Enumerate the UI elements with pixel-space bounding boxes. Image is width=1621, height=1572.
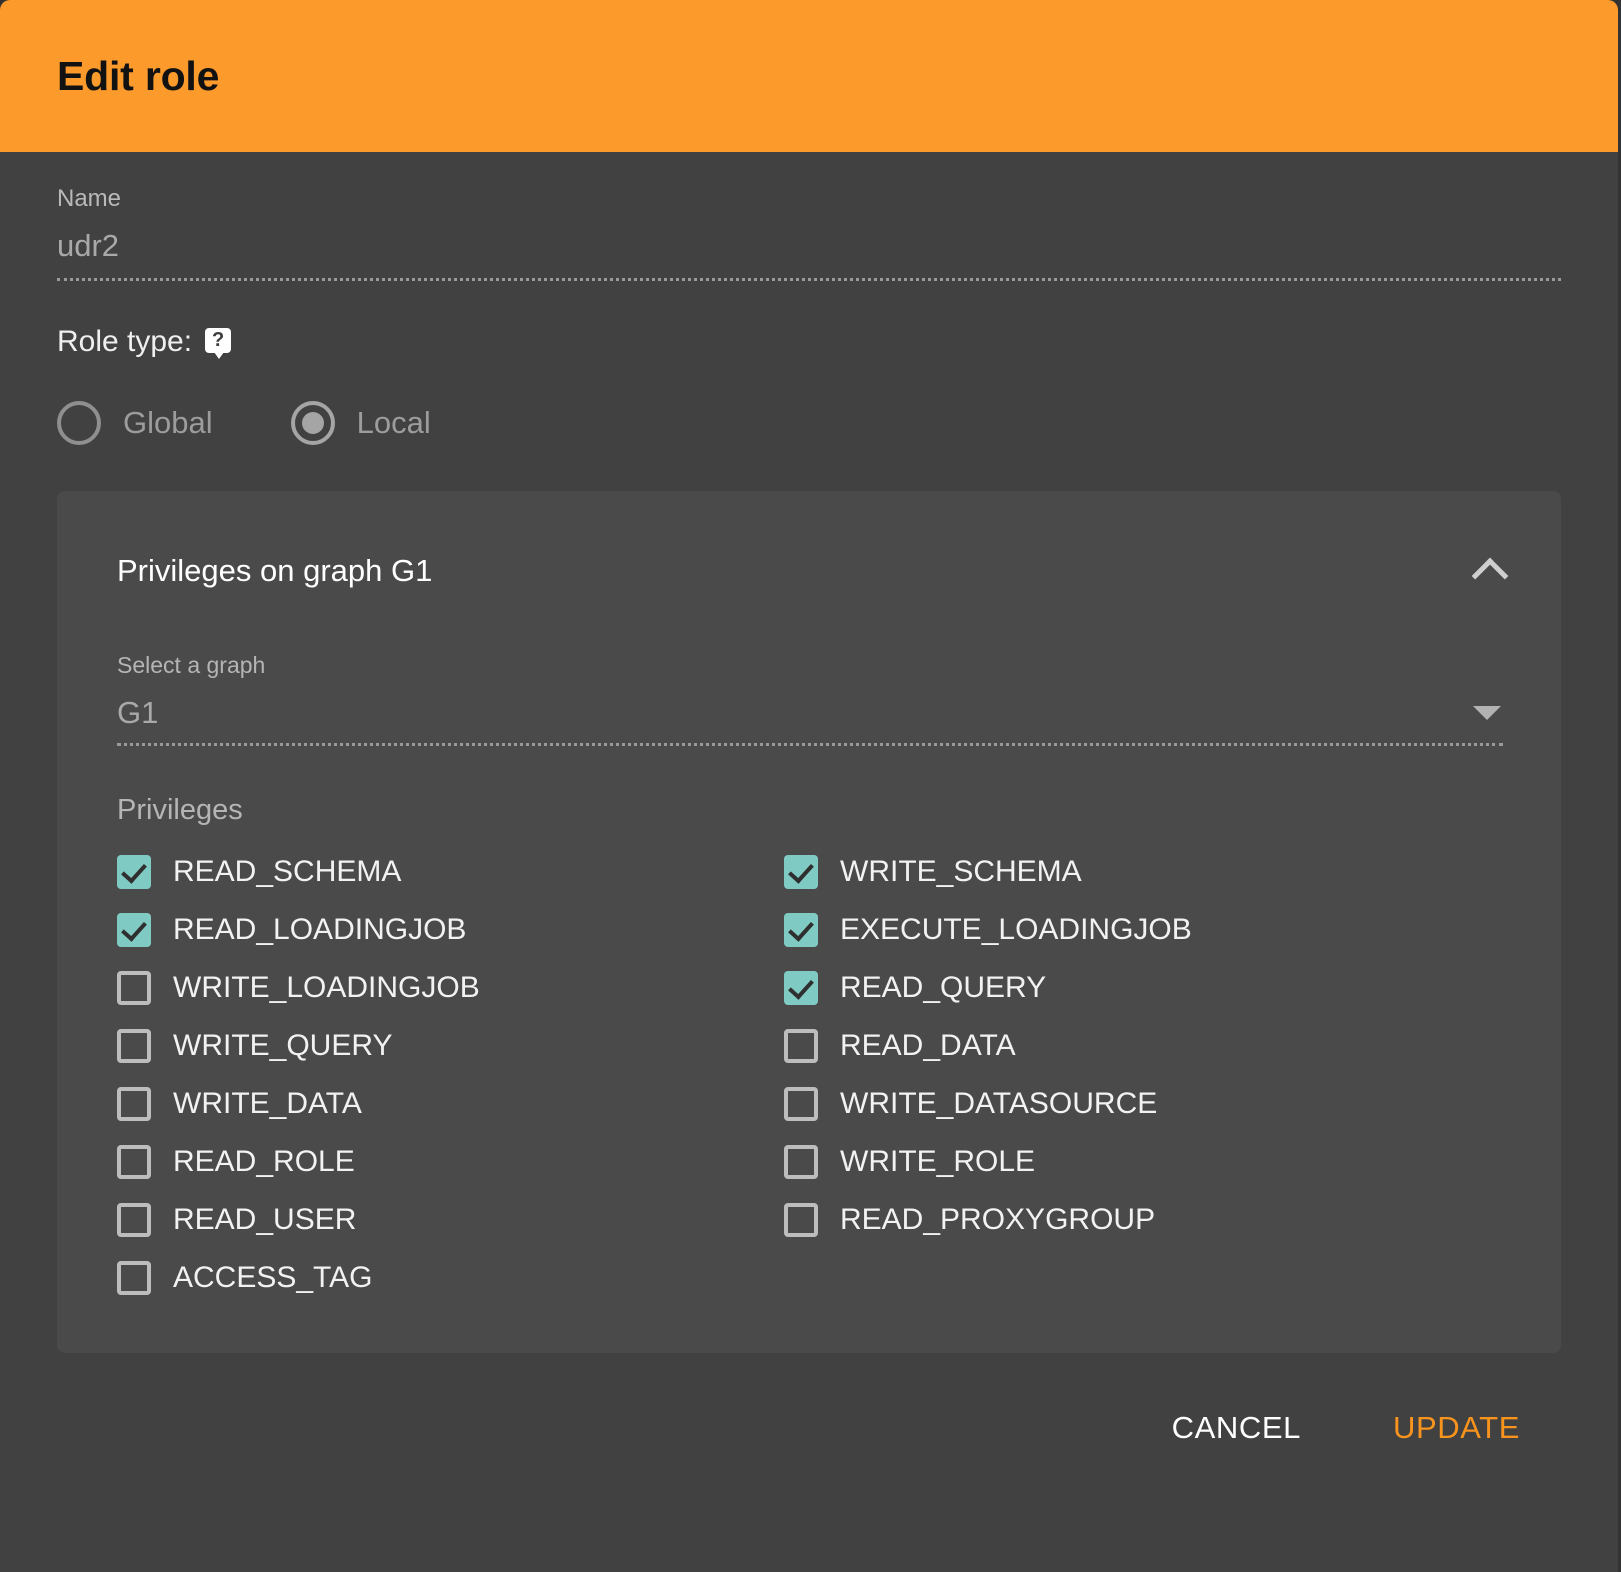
- privilege-label: WRITE_QUERY: [173, 1029, 393, 1062]
- radio-label-global: Global: [123, 405, 213, 440]
- privilege-item[interactable]: WRITE_LOADINGJOB: [117, 959, 784, 1017]
- privileges-card: Privileges on graph G1 Select a graph G1…: [57, 491, 1561, 1353]
- privilege-item[interactable]: ACCESS_TAG: [117, 1249, 784, 1307]
- radio-option-local[interactable]: Local: [290, 401, 431, 445]
- privilege-label: WRITE_DATASOURCE: [840, 1087, 1158, 1120]
- privileges-list-title: Privileges: [117, 794, 243, 826]
- privilege-item[interactable]: WRITE_ROLE: [784, 1133, 1503, 1191]
- checkbox-unchecked-icon[interactable]: [784, 1145, 818, 1179]
- checkbox-unchecked-icon[interactable]: [784, 1029, 818, 1063]
- checkbox-checked-icon[interactable]: [117, 913, 151, 947]
- privilege-label: WRITE_DATA: [173, 1087, 362, 1120]
- name-field-value[interactable]: udr2: [57, 214, 1561, 278]
- role-type-radio-group: Global Local: [57, 401, 1561, 445]
- privilege-cell-empty: [784, 1249, 1503, 1307]
- checkbox-checked-icon[interactable]: [784, 855, 818, 889]
- checkbox-checked-icon[interactable]: [784, 971, 818, 1005]
- dialog-footer: CANCEL UPDATE: [0, 1353, 1618, 1503]
- privilege-label: ACCESS_TAG: [173, 1261, 373, 1294]
- privilege-item[interactable]: READ_ROLE: [117, 1133, 784, 1191]
- graph-select-value: G1: [117, 695, 159, 730]
- privilege-item[interactable]: READ_DATA: [784, 1017, 1503, 1075]
- graph-select-control[interactable]: G1: [117, 679, 1503, 743]
- privilege-item[interactable]: READ_QUERY: [784, 959, 1503, 1017]
- privilege-item[interactable]: EXECUTE_LOADINGJOB: [784, 901, 1503, 959]
- checkbox-unchecked-icon[interactable]: [117, 1203, 151, 1237]
- radio-circle-global-icon: [57, 401, 101, 445]
- chevron-up-icon[interactable]: [1471, 557, 1509, 595]
- radio-circle-local-icon: [290, 401, 335, 445]
- checkbox-checked-icon[interactable]: [117, 855, 151, 889]
- privilege-item[interactable]: WRITE_SCHEMA: [784, 843, 1503, 901]
- privilege-label: READ_LOADINGJOB: [173, 913, 467, 946]
- privileges-panel-title: Privileges on graph G1: [117, 553, 433, 588]
- privilege-label: READ_USER: [173, 1203, 357, 1236]
- update-button[interactable]: UPDATE: [1383, 1402, 1530, 1454]
- privilege-item[interactable]: READ_PROXYGROUP: [784, 1191, 1503, 1249]
- graph-select-label: Select a graph: [117, 652, 266, 678]
- privilege-item[interactable]: WRITE_DATA: [117, 1075, 784, 1133]
- privileges-section: Privileges READ_SCHEMA WRITE_SCHEMA READ_L…: [57, 794, 1561, 1307]
- dialog-title: Edit role: [57, 52, 220, 99]
- radio-dot-local-icon: [301, 412, 324, 434]
- dialog-header: Edit role: [0, 0, 1618, 152]
- checkbox-unchecked-icon[interactable]: [117, 1145, 151, 1179]
- graph-select-underline: [117, 743, 1503, 746]
- privilege-label: READ_PROXYGROUP: [840, 1203, 1156, 1236]
- role-type-label: Role type:: [57, 325, 193, 358]
- privileges-panel-header[interactable]: Privileges on graph G1: [57, 491, 1561, 651]
- checkbox-checked-icon[interactable]: [784, 913, 818, 947]
- caret-down-icon[interactable]: [1473, 706, 1501, 720]
- privilege-item[interactable]: WRITE_DATASOURCE: [784, 1075, 1503, 1133]
- dialog-body: Name udr2 Role type: ? Global Local Priv…: [0, 184, 1618, 1353]
- privilege-label: EXECUTE_LOADINGJOB: [840, 913, 1192, 946]
- privilege-label: WRITE_LOADINGJOB: [173, 971, 480, 1004]
- checkbox-unchecked-icon[interactable]: [117, 1029, 151, 1063]
- privilege-item[interactable]: READ_USER: [117, 1191, 784, 1249]
- checkbox-unchecked-icon[interactable]: [117, 1261, 151, 1295]
- privilege-label: READ_QUERY: [840, 971, 1047, 1004]
- checkbox-unchecked-icon[interactable]: [784, 1087, 818, 1121]
- name-field-label: Name: [57, 185, 122, 212]
- privileges-grid: READ_SCHEMA WRITE_SCHEMA READ_LOADINGJOB EX…: [117, 843, 1503, 1307]
- radio-label-local: Local: [356, 405, 431, 440]
- privilege-item[interactable]: WRITE_QUERY: [117, 1017, 784, 1075]
- graph-select-group: Select a graph G1: [57, 651, 1561, 746]
- privilege-label: READ_SCHEMA: [173, 855, 402, 888]
- privilege-label: WRITE_SCHEMA: [840, 855, 1082, 888]
- cancel-button[interactable]: CANCEL: [1162, 1402, 1311, 1454]
- privilege-item[interactable]: READ_SCHEMA: [117, 843, 784, 901]
- privilege-label: WRITE_ROLE: [840, 1145, 1036, 1178]
- privilege-item[interactable]: READ_LOADINGJOB: [117, 901, 784, 959]
- help-icon[interactable]: ?: [205, 327, 232, 359]
- edit-role-dialog: Edit role Name udr2 Role type: ? Global …: [0, 0, 1618, 1572]
- privilege-label: READ_ROLE: [173, 1145, 355, 1178]
- checkbox-unchecked-icon[interactable]: [784, 1203, 818, 1237]
- privilege-label: READ_DATA: [840, 1029, 1016, 1062]
- role-type-row: Role type: ?: [57, 325, 1561, 359]
- name-field-group: Name udr2: [57, 184, 1561, 281]
- name-field-underline: [57, 278, 1561, 281]
- checkbox-unchecked-icon[interactable]: [117, 1087, 151, 1121]
- radio-option-global[interactable]: Global: [57, 401, 213, 445]
- checkbox-unchecked-icon[interactable]: [117, 971, 151, 1005]
